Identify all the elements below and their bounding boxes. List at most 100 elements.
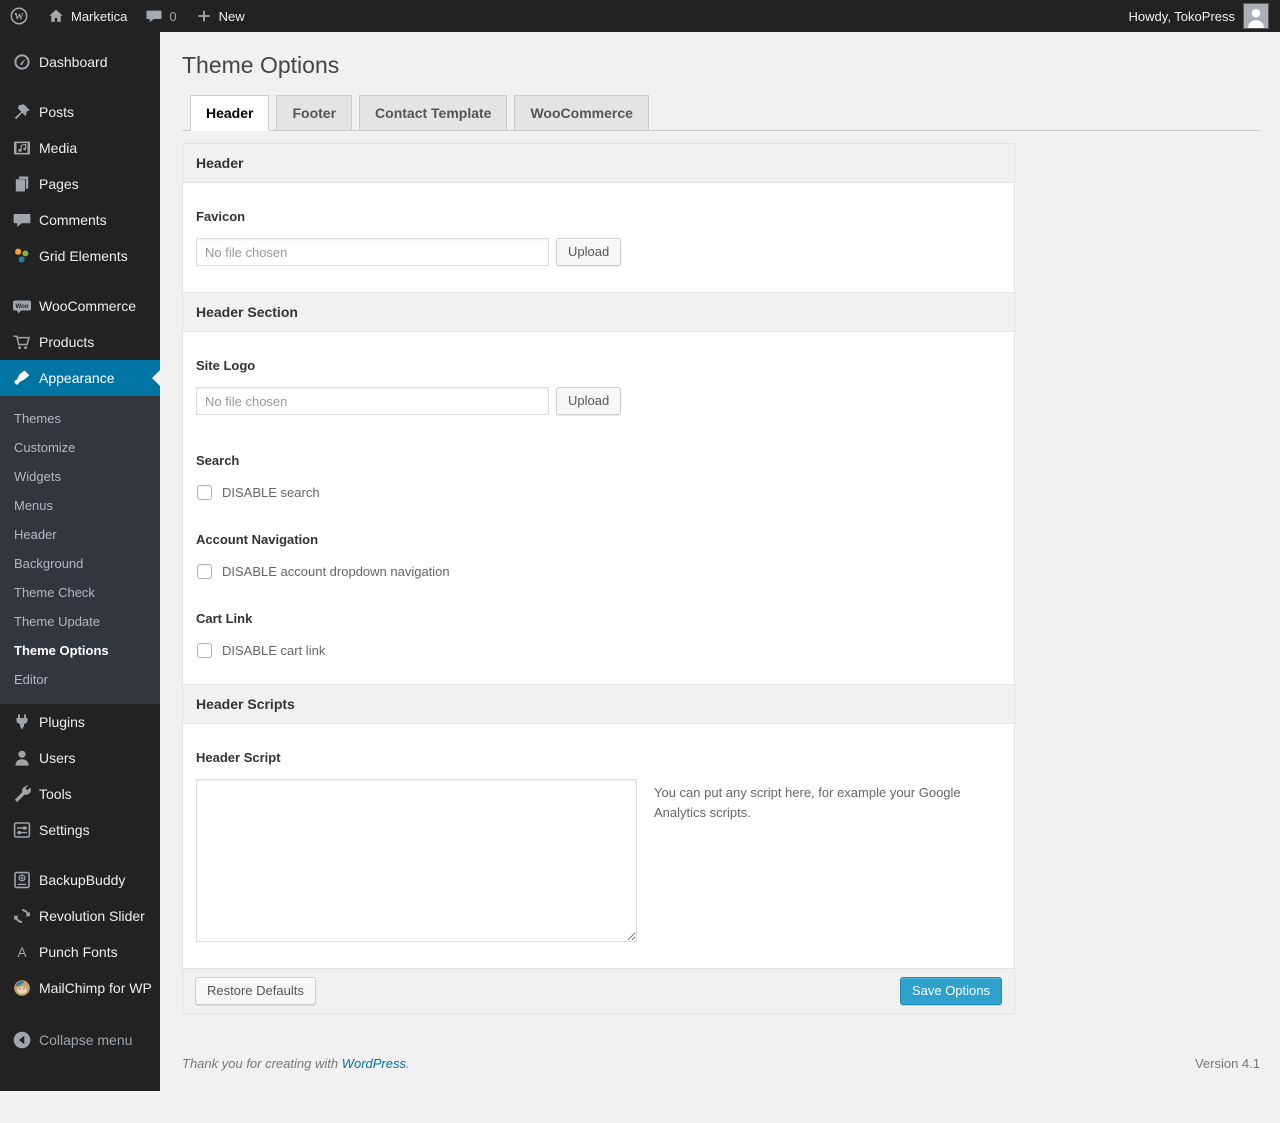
- sidebar-item-pages[interactable]: Pages: [0, 166, 160, 202]
- section-header-scripts-body: Header Script You can put any script her…: [183, 750, 1014, 968]
- header-script-label: Header Script: [196, 750, 1001, 765]
- sidebar-item-label: BackupBuddy: [39, 872, 125, 888]
- home-icon: [47, 7, 65, 25]
- plugins-icon: [12, 712, 32, 732]
- submenu-item-themes[interactable]: Themes: [0, 404, 160, 433]
- products-icon: [12, 332, 32, 352]
- sidebar-item-settings[interactable]: Settings: [0, 812, 160, 848]
- sidebar-item-tools[interactable]: Tools: [0, 776, 160, 812]
- sidebar-item-label: Products: [39, 334, 94, 350]
- submenu-item-widgets[interactable]: Widgets: [0, 462, 160, 491]
- sidebar-item-dashboard[interactable]: Dashboard: [0, 44, 160, 80]
- sidebar-item-mailchimp-for-wp[interactable]: MailChimp for WP: [0, 970, 160, 1006]
- menu-separator: [0, 848, 160, 862]
- section-header-scripts: Header Scripts: [183, 684, 1014, 724]
- submenu-item-customize[interactable]: Customize: [0, 433, 160, 462]
- sidebar-item-label: Tools: [39, 786, 72, 802]
- sidebar-item-label: Plugins: [39, 714, 85, 730]
- page-footer: Thank you for creating with WordPress. V…: [182, 1056, 1260, 1091]
- submenu-item-theme-options[interactable]: Theme Options: [0, 636, 160, 665]
- sidebar-item-label: Media: [39, 140, 77, 156]
- appearance-icon: [12, 368, 32, 388]
- svg-text:A: A: [17, 945, 26, 960]
- submenu-item-header[interactable]: Header: [0, 520, 160, 549]
- howdy-text: Howdy, TokoPress: [1129, 9, 1235, 24]
- tab-row: HeaderFooterContact TemplateWooCommerce: [182, 95, 1260, 131]
- disable-account-nav-checkbox[interactable]: [197, 564, 212, 579]
- section-header-body: Favicon Upload: [183, 209, 1014, 292]
- avatar: [1243, 3, 1269, 29]
- grid-elements-icon: [12, 246, 32, 266]
- comment-bubble-icon: [145, 7, 163, 25]
- submenu-item-menus[interactable]: Menus: [0, 491, 160, 520]
- site-logo-label: Site Logo: [196, 358, 1001, 373]
- tab-header[interactable]: Header: [190, 95, 269, 131]
- tab-woocommerce[interactable]: WooCommerce: [514, 95, 648, 131]
- site-logo-file-input[interactable]: [196, 387, 549, 415]
- collapse-menu-button[interactable]: Collapse menu: [0, 1022, 160, 1058]
- media-icon: [12, 138, 32, 158]
- tab-footer[interactable]: Footer: [276, 95, 352, 131]
- sidebar-item-woocommerce[interactable]: WooWooCommerce: [0, 288, 160, 324]
- favicon-label: Favicon: [196, 209, 1001, 224]
- section-header: Header: [183, 144, 1014, 183]
- pages-icon: [12, 174, 32, 194]
- svg-text:W: W: [14, 13, 24, 23]
- tab-contact-template[interactable]: Contact Template: [359, 95, 507, 131]
- woocommerce-icon: Woo: [12, 296, 32, 316]
- site-name: Marketica: [71, 9, 127, 24]
- account-menu[interactable]: Howdy, TokoPress: [1120, 0, 1280, 32]
- disable-search-checkbox[interactable]: [197, 485, 212, 500]
- sidebar-item-grid-elements[interactable]: Grid Elements: [0, 238, 160, 274]
- wordpress-menu-button[interactable]: W: [0, 0, 38, 32]
- main-content: Theme Options HeaderFooterContact Templa…: [160, 32, 1280, 1091]
- sidebar-item-backupbuddy[interactable]: BackupBuddy: [0, 862, 160, 898]
- sidebar-item-users[interactable]: Users: [0, 740, 160, 776]
- sidebar-item-media[interactable]: Media: [0, 130, 160, 166]
- submenu-item-theme-check[interactable]: Theme Check: [0, 578, 160, 607]
- footer-thanks-text: Thank you for creating with WordPress.: [182, 1056, 410, 1071]
- comments-shortcut[interactable]: 0: [136, 0, 185, 32]
- sidebar-item-posts[interactable]: Posts: [0, 94, 160, 130]
- submenu-item-theme-update[interactable]: Theme Update: [0, 607, 160, 636]
- sidebar-item-label: Posts: [39, 104, 74, 120]
- submenu-item-editor[interactable]: Editor: [0, 665, 160, 694]
- admin-bar: W Marketica 0 New Howdy, TokoPress: [0, 0, 1280, 32]
- sidebar-item-label: Pages: [39, 176, 79, 192]
- svg-text:Woo: Woo: [16, 304, 29, 310]
- tools-icon: [12, 784, 32, 804]
- disable-search-checkbox-label: DISABLE search: [222, 485, 320, 500]
- sidebar-item-plugins[interactable]: Plugins: [0, 704, 160, 740]
- settings-icon: [12, 820, 32, 840]
- panel-footer: Restore Defaults Save Options: [183, 968, 1014, 1013]
- site-link[interactable]: Marketica: [38, 0, 136, 32]
- posts-icon: [12, 102, 32, 122]
- header-script-textarea[interactable]: [196, 779, 637, 942]
- mailchimp-icon: [12, 978, 32, 998]
- sidebar-item-punch-fonts[interactable]: A Punch Fonts: [0, 934, 160, 970]
- appearance-submenu: ThemesCustomizeWidgetsMenusHeaderBackgro…: [0, 396, 160, 704]
- sidebar-item-products[interactable]: Products: [0, 324, 160, 360]
- plus-icon: [195, 7, 213, 25]
- cart-link-label: Cart Link: [196, 611, 1001, 626]
- sidebar-item-label: Revolution Slider: [39, 908, 145, 924]
- admin-menu: Dashboard Posts Media Pages CommentsGrid Ele…: [0, 32, 160, 1058]
- sidebar-item-comments[interactable]: Comments: [0, 202, 160, 238]
- sidebar-item-label: Appearance: [39, 370, 115, 386]
- sidebar-item-appearance[interactable]: Appearance: [0, 360, 160, 396]
- favicon-file-input[interactable]: [196, 238, 549, 266]
- sidebar-item-revolution-slider[interactable]: Revolution Slider: [0, 898, 160, 934]
- sidebar-item-label: Punch Fonts: [39, 944, 118, 960]
- site-logo-upload-button[interactable]: Upload: [556, 387, 621, 415]
- wordpress-logo-icon: W: [9, 6, 29, 26]
- new-content-button[interactable]: New: [186, 0, 254, 32]
- submenu-item-background[interactable]: Background: [0, 549, 160, 578]
- restore-defaults-button[interactable]: Restore Defaults: [195, 977, 316, 1005]
- save-options-button[interactable]: Save Options: [900, 977, 1002, 1005]
- menu-separator: [0, 274, 160, 288]
- wordpress-link[interactable]: WordPress: [342, 1056, 406, 1071]
- disable-cart-link-checkbox[interactable]: [197, 643, 212, 658]
- favicon-upload-button[interactable]: Upload: [556, 238, 621, 266]
- sidebar-item-label: Settings: [39, 822, 90, 838]
- admin-sidebar: Dashboard Posts Media Pages CommentsGrid Ele…: [0, 32, 160, 1091]
